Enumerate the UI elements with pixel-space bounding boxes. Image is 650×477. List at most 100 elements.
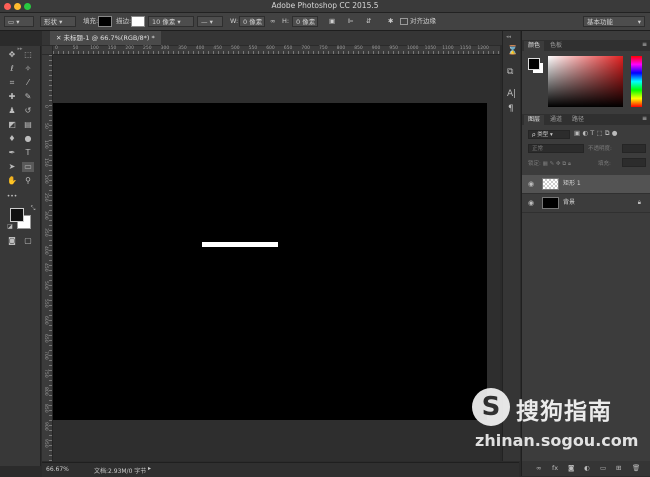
workspace-select[interactable]: 基本功能 ▾ [583, 16, 645, 27]
hue-slider[interactable] [631, 56, 642, 107]
foreground-color-swatch[interactable] [10, 208, 24, 222]
layers-panel-menu-icon[interactable]: ≡ [642, 115, 647, 122]
smart-object-filter-icon[interactable]: ⧉ [605, 129, 610, 138]
history-panel-icon[interactable]: ⌛ [507, 46, 518, 56]
stroke-swatch[interactable] [131, 16, 145, 27]
color-field[interactable] [548, 56, 623, 107]
visibility-eye-icon[interactable]: ◉ [528, 175, 534, 193]
healing-brush-tool-icon[interactable]: ✚ [6, 92, 18, 102]
type-filter-icon[interactable]: T [590, 129, 594, 137]
move-tool-icon[interactable]: ✥ [6, 50, 18, 60]
pixel-filter-icon[interactable]: ▣ [574, 129, 580, 137]
link-icon[interactable]: ∞ [270, 16, 275, 27]
properties-panel-icon[interactable]: ⧉ [507, 67, 513, 77]
ruler-tick-label: 950 [389, 46, 398, 51]
eraser-tool-icon[interactable]: ◩ [6, 120, 18, 130]
lock-position-icon[interactable]: ✥ [556, 161, 561, 167]
ruler-origin[interactable] [42, 46, 52, 54]
ruler-tick-label: 500 [231, 46, 240, 51]
trash-icon[interactable]: 🗑︎ [632, 464, 640, 472]
crop-tool-icon[interactable]: ⌗ [6, 78, 18, 88]
rectangle-shape[interactable] [202, 242, 278, 247]
ruler-tick-label: 900 [371, 46, 381, 51]
path-arrangement-icon[interactable]: ⇵ [366, 16, 371, 27]
adjustment-filter-icon[interactable]: ◐ [582, 129, 588, 137]
color-panel-foreground-swatch[interactable] [528, 58, 540, 70]
mode-select[interactable]: 形状 ▾ [40, 16, 76, 27]
lock-all-icon[interactable]: 🔒︎ [568, 161, 571, 167]
tool-preset-picker[interactable]: ▭ ▾ [4, 16, 34, 27]
zoom-tool-icon[interactable]: ⚲ [22, 176, 34, 186]
marquee-tool-icon[interactable]: ⬚ [22, 50, 34, 60]
magic-wand-tool-icon[interactable]: ✧ [22, 64, 34, 74]
add-mask-icon[interactable]: ◙ [568, 464, 574, 472]
height-field[interactable]: 0 像素 [292, 16, 318, 27]
dock-grip-icon[interactable]: ◂◂ [506, 34, 511, 40]
visibility-eye-icon[interactable]: ◉ [528, 194, 534, 212]
title-bar: Adobe Photoshop CC 2015.5 [0, 0, 650, 13]
default-colors-icon[interactable]: ◪ [4, 222, 16, 232]
lock-pixels-icon[interactable]: ✎ [550, 161, 555, 167]
tab-paths[interactable]: 路径 [568, 115, 588, 125]
paragraph-panel-icon[interactable]: ¶ [508, 104, 514, 114]
width-field[interactable]: 0 像素 [239, 16, 265, 27]
history-brush-tool-icon[interactable]: ↺ [22, 106, 34, 116]
layer-filter-icons: ▣ ◐ T ⬚ ⧉ ● [574, 129, 617, 138]
layer-row-rectangle[interactable]: ◉ 矩形 1 [522, 175, 650, 194]
layer-style-icon[interactable]: fx [552, 464, 558, 472]
eyedropper-tool-icon[interactable]: ⁄ [22, 78, 34, 88]
document-tab[interactable]: ✕ 未标题-1 @ 66.7%(RGB/8*) * [50, 31, 161, 45]
new-group-icon[interactable]: ▭ [600, 464, 606, 472]
tab-layers[interactable]: 图层 [524, 115, 545, 125]
close-tab-icon[interactable]: ✕ [56, 34, 61, 42]
lock-artboard-icon[interactable]: ⧉ [562, 161, 566, 167]
status-menu-arrow-icon[interactable]: ▸ [148, 465, 151, 472]
quick-mask-icon[interactable]: ◙ [6, 236, 18, 246]
filter-toggle-icon[interactable]: ● [612, 129, 618, 137]
horizontal-ruler[interactable]: 0 50 100 150 200 250 300 350 400 450 500 550 600 650 7… [53, 46, 500, 55]
vertical-ruler[interactable]: 0 50 100 150 200 250 300 350 400 450 500 550 600 650 7… [42, 55, 53, 461]
edit-toolbar-icon[interactable]: ••• [6, 192, 18, 202]
layer-thumbnail-shape [542, 178, 559, 190]
layer-row-background[interactable]: ◉ 背景 🔒︎ [522, 194, 650, 213]
screen-mode-icon[interactable]: ▢ [22, 236, 34, 246]
character-panel-icon[interactable]: A| [507, 89, 516, 99]
stroke-type-select[interactable]: — ▾ [197, 16, 223, 27]
stroke-width-field[interactable]: 10 像素 ▾ [148, 16, 194, 27]
path-selection-tool-icon[interactable]: ➤ [6, 162, 18, 172]
gear-icon[interactable]: ✱ [388, 16, 393, 27]
path-alignment-icon[interactable]: ⊫ [348, 16, 354, 27]
panel-menu-icon[interactable]: ≡ [642, 41, 647, 48]
zoom-level[interactable]: 66.67% [46, 466, 69, 473]
swap-colors-icon[interactable]: ⤡ [27, 204, 39, 214]
fill-opacity-field[interactable] [622, 158, 646, 167]
ruler-tick-label: 50 [43, 122, 48, 129]
tab-channels[interactable]: 通道 [546, 115, 566, 125]
brush-tool-icon[interactable]: ✎ [22, 92, 34, 102]
adjustment-layer-icon[interactable]: ◐ [584, 464, 590, 472]
shape-filter-icon[interactable]: ⬚ [597, 129, 603, 137]
path-operations-icon[interactable]: ▣ [329, 16, 335, 27]
link-layers-icon[interactable]: ∞ [536, 464, 541, 472]
layer-name[interactable]: 矩形 1 [563, 175, 581, 193]
dodge-tool-icon[interactable]: ● [22, 134, 34, 144]
blend-mode-select[interactable]: 正常 [528, 144, 584, 153]
pen-tool-icon[interactable]: ✒ [6, 148, 18, 158]
rectangle-tool-icon[interactable]: ▭ [22, 162, 34, 172]
align-edges-checkbox[interactable] [400, 18, 408, 25]
layer-filter-select[interactable]: ρ 类型 ▾ [528, 130, 570, 139]
hand-tool-icon[interactable]: ✋ [6, 176, 18, 186]
layer-name[interactable]: 背景 [563, 194, 575, 212]
document-canvas[interactable] [53, 103, 487, 420]
new-layer-icon[interactable]: ⊞ [616, 464, 621, 472]
tab-swatches[interactable]: 色板 [546, 41, 566, 51]
type-tool-icon[interactable]: T [22, 148, 34, 158]
fill-swatch[interactable] [98, 16, 112, 27]
lasso-tool-icon[interactable]: ℓ [6, 64, 18, 74]
tab-color[interactable]: 颜色 [524, 41, 545, 51]
gradient-tool-icon[interactable]: ▤ [22, 120, 34, 130]
blur-tool-icon[interactable]: ♦ [6, 134, 18, 144]
clone-stamp-tool-icon[interactable]: ♟ [6, 106, 18, 116]
opacity-field[interactable] [622, 144, 646, 153]
lock-transparency-icon[interactable]: ▦ [543, 161, 548, 167]
